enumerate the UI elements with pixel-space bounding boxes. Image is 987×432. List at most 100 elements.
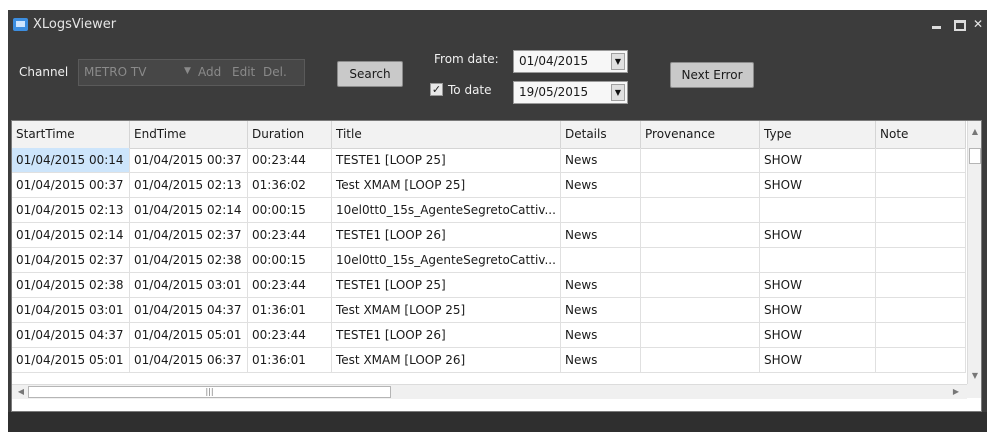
cell-provenance[interactable] xyxy=(641,198,760,222)
table-row[interactable]: 01/04/2015 05:01 01/04/2015 06:37 01:36:01… xyxy=(12,348,966,373)
cell-type[interactable]: SHOW xyxy=(760,323,876,347)
cell-type[interactable] xyxy=(760,198,876,222)
arrow-left-icon[interactable]: ◀ xyxy=(14,387,28,396)
cell-endtime[interactable]: 01/04/2015 06:37 xyxy=(130,348,248,372)
column-header-starttime[interactable]: StartTime xyxy=(12,121,130,148)
column-header-provenance[interactable]: Provenance xyxy=(641,121,760,148)
column-header-note[interactable]: Note xyxy=(876,121,966,148)
cell-details[interactable]: News xyxy=(561,273,641,297)
arrow-right-icon[interactable]: ▶ xyxy=(949,387,963,396)
edit-channel-button[interactable]: Edit xyxy=(232,65,255,79)
cell-title[interactable]: TESTE1 [LOOP 25] xyxy=(332,148,561,172)
cell-type[interactable]: SHOW xyxy=(760,173,876,197)
cell-details[interactable] xyxy=(561,248,641,272)
add-channel-button[interactable]: Add xyxy=(198,65,221,79)
cell-endtime[interactable]: 01/04/2015 00:37 xyxy=(130,148,248,172)
cell-note[interactable] xyxy=(876,198,966,222)
to-date-value[interactable]: 19/05/2015 xyxy=(519,85,588,99)
from-date-value[interactable]: 01/04/2015 xyxy=(519,54,588,68)
cell-duration[interactable]: 01:36:01 xyxy=(248,298,332,322)
cell-provenance[interactable] xyxy=(641,248,760,272)
cell-title[interactable]: TESTE1 [LOOP 26] xyxy=(332,323,561,347)
cell-provenance[interactable] xyxy=(641,348,760,372)
cell-starttime[interactable]: 01/04/2015 02:14 xyxy=(12,223,130,247)
to-date-picker[interactable]: 19/05/2015 ▼ xyxy=(513,81,628,104)
cell-duration[interactable]: 00:23:44 xyxy=(248,323,332,347)
to-date-dropdown-icon[interactable]: ▼ xyxy=(611,84,625,101)
arrow-up-icon[interactable]: ▲ xyxy=(968,127,981,136)
cell-endtime[interactable]: 01/04/2015 02:14 xyxy=(130,198,248,222)
column-header-endtime[interactable]: EndTime xyxy=(130,121,248,148)
cell-note[interactable] xyxy=(876,173,966,197)
table-row[interactable]: 01/04/2015 00:14 01/04/2015 00:37 00:23:44… xyxy=(12,148,966,173)
table-row[interactable]: 01/04/2015 02:14 01/04/2015 02:37 00:23:44… xyxy=(12,223,966,248)
cell-title[interactable]: Test XMAM [LOOP 26] xyxy=(332,348,561,372)
cell-details[interactable] xyxy=(561,198,641,222)
cell-note[interactable] xyxy=(876,273,966,297)
cell-type[interactable]: SHOW xyxy=(760,298,876,322)
cell-type[interactable]: SHOW xyxy=(760,273,876,297)
horizontal-scrollbar[interactable]: ◀ ||| ▶ xyxy=(12,384,967,399)
cell-endtime[interactable]: 01/04/2015 02:13 xyxy=(130,173,248,197)
cell-endtime[interactable]: 01/04/2015 04:37 xyxy=(130,298,248,322)
cell-starttime[interactable]: 01/04/2015 02:38 xyxy=(12,273,130,297)
from-date-dropdown-icon[interactable]: ▼ xyxy=(611,53,625,70)
cell-details[interactable]: News xyxy=(561,223,641,247)
cell-details[interactable]: News xyxy=(561,173,641,197)
next-error-button[interactable]: Next Error xyxy=(670,62,754,88)
cell-title[interactable]: TESTE1 [LOOP 25] xyxy=(332,273,561,297)
cell-starttime[interactable]: 01/04/2015 02:37 xyxy=(12,248,130,272)
cell-details[interactable]: News xyxy=(561,323,641,347)
cell-endtime[interactable]: 01/04/2015 03:01 xyxy=(130,273,248,297)
cell-title[interactable]: Test XMAM [LOOP 25] xyxy=(332,298,561,322)
horizontal-scroll-thumb[interactable]: ||| xyxy=(28,386,391,398)
cell-note[interactable] xyxy=(876,223,966,247)
cell-provenance[interactable] xyxy=(641,173,760,197)
cell-note[interactable] xyxy=(876,248,966,272)
vertical-scrollbar[interactable]: ▲ ▼ xyxy=(967,121,981,384)
cell-starttime[interactable]: 01/04/2015 03:01 xyxy=(12,298,130,322)
cell-provenance[interactable] xyxy=(641,273,760,297)
cell-duration[interactable]: 00:23:44 xyxy=(248,223,332,247)
channel-combo[interactable]: METRO TV ▼ Add Edit Del. xyxy=(78,59,305,86)
cell-duration[interactable]: 00:23:44 xyxy=(248,148,332,172)
cell-type[interactable]: SHOW xyxy=(760,148,876,172)
cell-provenance[interactable] xyxy=(641,323,760,347)
table-row[interactable]: 01/04/2015 02:38 01/04/2015 03:01 00:23:44… xyxy=(12,273,966,298)
column-header-details[interactable]: Details xyxy=(561,121,641,148)
cell-note[interactable] xyxy=(876,148,966,172)
cell-starttime[interactable]: 01/04/2015 02:13 xyxy=(12,198,130,222)
cell-duration[interactable]: 00:00:15 xyxy=(248,198,332,222)
search-button[interactable]: Search xyxy=(337,61,403,87)
cell-type[interactable]: SHOW xyxy=(760,348,876,372)
cell-type[interactable] xyxy=(760,248,876,272)
column-header-duration[interactable]: Duration xyxy=(248,121,332,148)
cell-details[interactable]: News xyxy=(561,148,641,172)
from-date-picker[interactable]: 01/04/2015 ▼ xyxy=(513,50,628,73)
column-header-type[interactable]: Type xyxy=(760,121,876,148)
cell-title[interactable]: 10el0tt0_15s_AgenteSegretoCattiv... xyxy=(332,198,561,222)
table-row[interactable]: 01/04/2015 00:37 01/04/2015 02:13 01:36:02… xyxy=(12,173,966,198)
close-icon[interactable]: ✕ xyxy=(969,15,987,33)
cell-endtime[interactable]: 01/04/2015 02:38 xyxy=(130,248,248,272)
cell-duration[interactable]: 01:36:01 xyxy=(248,348,332,372)
log-grid[interactable]: StartTime EndTime Duration Title Details… xyxy=(11,120,982,412)
delete-channel-button[interactable]: Del. xyxy=(263,65,287,79)
cell-starttime[interactable]: 01/04/2015 04:37 xyxy=(12,323,130,347)
cell-provenance[interactable] xyxy=(641,298,760,322)
cell-starttime[interactable]: 01/04/2015 00:14 xyxy=(12,148,130,172)
cell-note[interactable] xyxy=(876,348,966,372)
cell-title[interactable]: TESTE1 [LOOP 26] xyxy=(332,223,561,247)
cell-type[interactable]: SHOW xyxy=(760,223,876,247)
arrow-down-icon[interactable]: ▼ xyxy=(968,371,981,380)
table-row[interactable]: 01/04/2015 02:37 01/04/2015 02:38 00:00:15… xyxy=(12,248,966,273)
cell-starttime[interactable]: 01/04/2015 05:01 xyxy=(12,348,130,372)
cell-duration[interactable]: 01:36:02 xyxy=(248,173,332,197)
cell-title[interactable]: 10el0tt0_15s_AgenteSegretoCattiv... xyxy=(332,248,561,272)
column-header-title[interactable]: Title xyxy=(332,121,561,148)
cell-endtime[interactable]: 01/04/2015 05:01 xyxy=(130,323,248,347)
cell-note[interactable] xyxy=(876,298,966,322)
cell-provenance[interactable] xyxy=(641,148,760,172)
cell-details[interactable]: News xyxy=(561,348,641,372)
cell-provenance[interactable] xyxy=(641,223,760,247)
